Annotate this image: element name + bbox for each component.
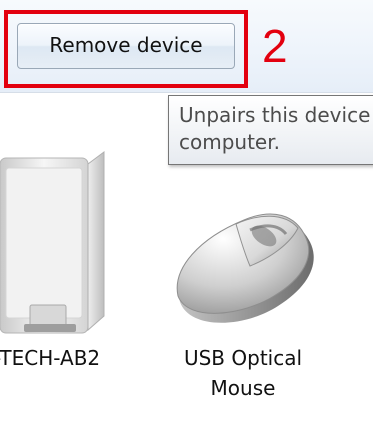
tooltip-line-2: computer. — [179, 130, 280, 154]
step-number-annotation: 2 — [262, 20, 288, 72]
device-label-tech-ab2[interactable]: -TECH-AB2 — [0, 343, 100, 373]
computer-tower-icon[interactable] — [0, 140, 120, 350]
device-label-line1: USB Optical — [183, 346, 303, 370]
tooltip-line-1: Unpairs this device — [179, 103, 371, 127]
tooltip: Unpairs this device computer. — [168, 95, 373, 165]
device-label-line2: Mouse — [210, 376, 276, 400]
devices-and-printers-window: Remove device 2 -TECH-AB2 USB Optical Mo… — [0, 0, 373, 432]
annotation-highlight-box — [4, 10, 248, 88]
mouse-icon[interactable] — [160, 190, 330, 340]
device-label-usb-optical-mouse[interactable]: USB Optical Mouse — [178, 343, 308, 403]
